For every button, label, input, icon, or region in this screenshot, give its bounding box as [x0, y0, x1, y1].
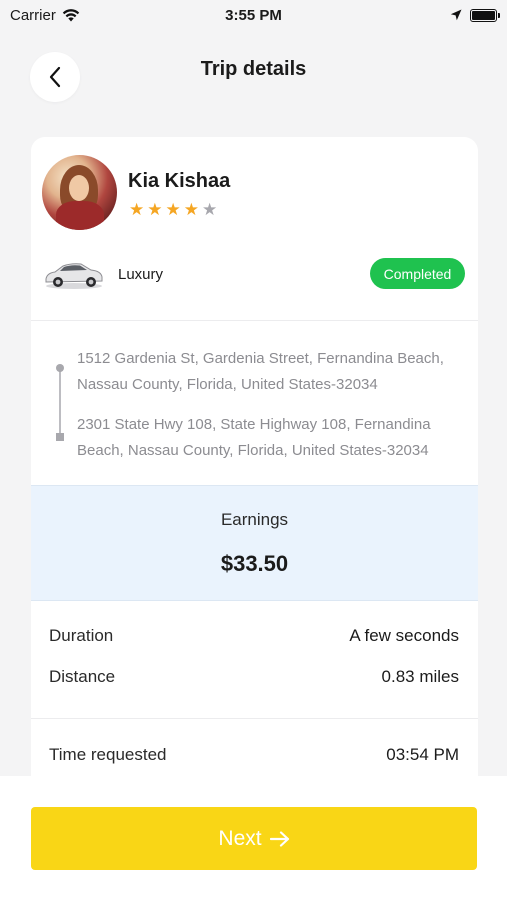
- page-title: Trip details: [200, 58, 307, 80]
- pickup-address: 1512 Gardenia St, Gardenia Street, Ferna…: [77, 350, 444, 393]
- vehicle-type: Luxury: [118, 266, 164, 283]
- pickup-dot-icon: [56, 364, 64, 372]
- footer: Next: [0, 776, 507, 900]
- divider: [31, 718, 478, 719]
- dropoff-square-icon: [56, 433, 64, 441]
- detail-row-duration: Duration A few seconds: [49, 624, 459, 648]
- star-icon: ★: [165, 200, 181, 219]
- car-icon: [45, 263, 103, 289]
- route-section: 1512 Gardenia St, Gardenia Street, Ferna…: [31, 321, 478, 484]
- dropoff-address: 2301 State Hwy 108, State Highway 108, F…: [77, 416, 431, 459]
- time-requested-label: Time requested: [49, 745, 167, 764]
- next-button[interactable]: Next: [31, 807, 477, 870]
- duration-label: Duration: [49, 626, 114, 645]
- distance-value: 0.83 miles: [381, 667, 459, 686]
- star-empty-icon: ★: [202, 200, 218, 219]
- route-line: [59, 368, 61, 436]
- star-icon: ★: [147, 200, 163, 219]
- carrier-label: Carrier: [10, 6, 56, 24]
- detail-row-time-requested: Time requested 03:54 PM: [49, 743, 459, 767]
- arrow-right-icon: [269, 830, 289, 847]
- status-left: Carrier: [10, 7, 150, 24]
- battery-icon: [469, 8, 500, 22]
- wifi-icon: [62, 8, 80, 21]
- driver-name: Kia Kishaa: [128, 170, 231, 192]
- status-badge: Completed: [370, 258, 465, 289]
- star-icon: ★: [183, 200, 199, 219]
- time-requested-value: 03:54 PM: [386, 745, 459, 764]
- next-button-label: Next: [218, 826, 262, 850]
- rating-stars: ★ ★ ★ ★ ★: [129, 201, 217, 218]
- duration-value: A few seconds: [349, 626, 459, 645]
- avatar: [42, 155, 117, 230]
- driver-profile: Kia Kishaa ★ ★ ★ ★ ★ Luxury Completed: [31, 137, 478, 320]
- trip-card: Kia Kishaa ★ ★ ★ ★ ★ Luxury Completed 15…: [31, 137, 478, 797]
- earnings-panel: Earnings $33.50: [31, 485, 478, 601]
- status-right: [357, 8, 500, 22]
- header: Trip details: [0, 48, 507, 104]
- status-time: 3:55 PM: [225, 6, 282, 24]
- distance-label: Distance: [49, 667, 116, 686]
- earnings-value: $33.50: [220, 551, 289, 576]
- earnings-label: Earnings: [220, 510, 289, 529]
- star-icon: ★: [129, 200, 145, 219]
- location-arrow-icon: [450, 9, 462, 21]
- status-bar: Carrier 3:55 PM: [0, 0, 507, 30]
- detail-row-distance: Distance 0.83 miles: [49, 665, 459, 689]
